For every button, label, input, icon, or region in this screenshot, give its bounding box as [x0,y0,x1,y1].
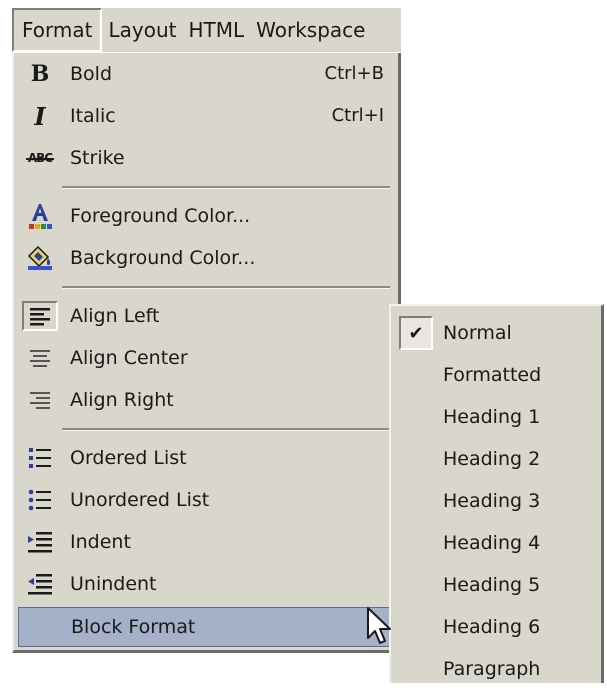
menu-html[interactable]: HTML [182,8,250,52]
bold-icon: B [30,61,50,87]
submenu-item-heading-3[interactable]: Heading 3 [391,480,601,522]
menu-item-ordered-list[interactable]: Ordered List [18,439,394,477]
menu-item-label: Align Center [70,347,188,369]
submenu-item-label: Heading 6 [443,616,541,638]
checkmark-icon: ✔ [399,316,433,350]
submenu-item-label: Paragraph [443,658,541,680]
menu-item-unindent[interactable]: Unindent [18,565,394,603]
submenu-item-normal[interactable]: ✔ Normal [391,312,601,354]
block-format-submenu: ✔ Normal Formatted Heading 1 Heading 2 H… [389,304,604,683]
submenu-item-label: Heading 1 [443,406,541,428]
unindent-icon [22,569,58,599]
menu-item-strike[interactable]: ABC Strike [18,139,394,177]
menu-item-italic[interactable]: I Italic Ctrl+I [18,97,394,135]
shortcut-label: Ctrl+B [324,63,384,84]
menu-item-label: Strike [70,147,125,169]
strike-icon: ABC [25,151,55,165]
submenu-item-heading-1[interactable]: Heading 1 [391,396,601,438]
submenu-item-label: Heading 2 [443,448,541,470]
menu-item-label: Indent [70,531,131,553]
menu-item-bold[interactable]: B Bold Ctrl+B [18,55,394,93]
align-right-icon [22,385,58,415]
submenu-item-label: Heading 5 [443,574,541,596]
menu-item-label: Unordered List [70,489,210,511]
menu-item-label: Italic [70,105,116,127]
submenu-item-label: Heading 4 [443,532,541,554]
menu-item-label: Ordered List [70,447,187,469]
submenu-item-label: Formatted [443,364,542,386]
submenu-item-heading-6[interactable]: Heading 6 [391,606,601,648]
menu-workspace[interactable]: Workspace [250,8,371,52]
submenu-item-label: Normal [443,322,512,344]
menu-item-label: Background Color... [70,247,256,269]
menu-item-label: Foreground Color... [70,205,251,227]
menu-item-unordered-list[interactable]: Unordered List [18,481,394,519]
menu-item-label: Align Right [70,389,174,411]
unordered-list-icon [22,485,58,515]
menu-item-label: Align Left [70,305,160,327]
menu-item-align-left[interactable]: Align Left [18,297,394,335]
menu-item-align-center[interactable]: Align Center [18,339,394,377]
indent-icon [22,527,58,557]
shortcut-label: Ctrl+I [331,105,384,126]
menu-bar: Format Layout HTML Workspace [12,8,401,52]
submenu-item-heading-4[interactable]: Heading 4 [391,522,601,564]
italic-icon: I [34,101,46,131]
ordered-list-icon [22,443,58,473]
format-menu: B Bold Ctrl+B I Italic Ctrl+I ABC Strike… [12,53,401,653]
mouse-cursor-icon [367,607,391,644]
submenu-item-label: Heading 3 [443,490,541,512]
menu-item-block-format[interactable]: Block Format [18,607,394,647]
menu-item-label: Bold [70,63,112,85]
submenu-item-heading-2[interactable]: Heading 2 [391,438,601,480]
menu-item-background-color[interactable]: Background Color... [18,239,394,277]
menu-layout[interactable]: Layout [102,8,182,52]
menu-format[interactable]: Format [12,8,103,52]
menu-separator [62,428,390,431]
menu-item-foreground-color[interactable]: Foreground Color... [18,197,394,235]
align-center-icon [22,343,58,373]
submenu-item-paragraph[interactable]: Paragraph [391,648,601,690]
align-left-icon [22,301,58,331]
menu-item-align-right[interactable]: Align Right [18,381,394,419]
menu-item-label: Block Format [71,616,196,638]
menu-separator [62,286,390,289]
menu-item-label: Unindent [70,573,157,595]
submenu-item-formatted[interactable]: Formatted [391,354,601,396]
foreground-color-icon [22,201,58,231]
menu-separator [62,186,390,189]
submenu-item-heading-5[interactable]: Heading 5 [391,564,601,606]
background-color-icon [22,243,58,273]
menu-item-indent[interactable]: Indent [18,523,394,561]
